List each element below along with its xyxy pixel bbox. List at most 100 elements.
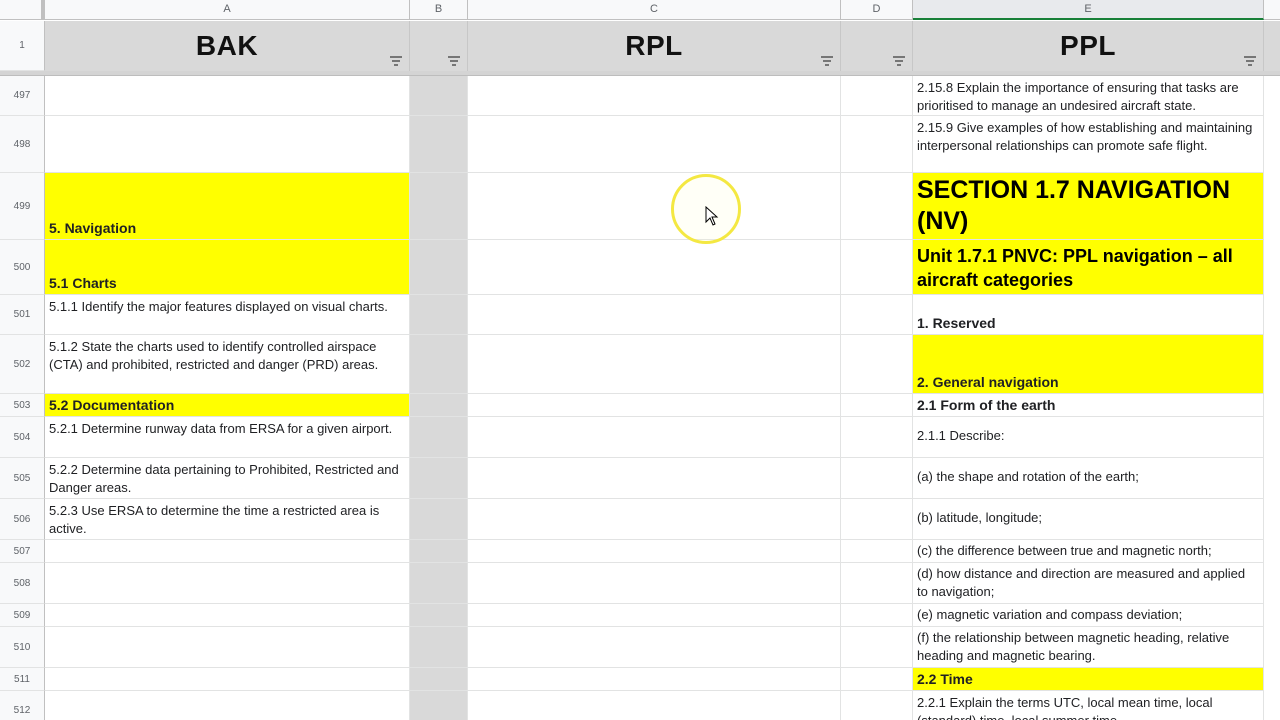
cell-b506[interactable]	[410, 499, 468, 540]
cell-d500[interactable]	[841, 240, 913, 295]
cell-a507[interactable]	[45, 540, 410, 563]
header-cell-b[interactable]	[410, 21, 468, 71]
column-header-d[interactable]: D	[841, 0, 913, 20]
row-header-501[interactable]: 501	[0, 295, 45, 335]
cell-e501[interactable]: 1. Reserved	[913, 295, 1264, 335]
cell-e512[interactable]: 2.2.1 Explain the terms UTC, local mean …	[913, 691, 1264, 720]
row-header-505[interactable]: 505	[0, 458, 45, 499]
cell-a501[interactable]: 5.1.1 Identify the major features displa…	[45, 295, 410, 335]
cell-e505[interactable]: (a) the shape and rotation of the earth;	[913, 458, 1264, 499]
row-header-506[interactable]: 506	[0, 499, 45, 540]
cell-d502[interactable]	[841, 335, 913, 394]
header-cell-d[interactable]	[841, 21, 913, 71]
filter-icon[interactable]	[892, 56, 906, 66]
cell-e509[interactable]: (e) magnetic variation and compass devia…	[913, 604, 1264, 627]
cell-a500[interactable]: 5.1 Charts	[45, 240, 410, 295]
row-header-499[interactable]: 499	[0, 173, 45, 240]
row-header-509[interactable]: 509	[0, 604, 45, 627]
cell-b503[interactable]	[410, 394, 468, 417]
filter-icon[interactable]	[820, 56, 834, 66]
cell-d510[interactable]	[841, 627, 913, 668]
row-header-498[interactable]: 498	[0, 116, 45, 173]
column-header-c[interactable]: C	[468, 0, 841, 20]
cell-e502[interactable]: 2. General navigation	[913, 335, 1264, 394]
cell-b510[interactable]	[410, 627, 468, 668]
cell-a504[interactable]: 5.2.1 Determine runway data from ERSA fo…	[45, 417, 410, 458]
cell-c497[interactable]	[468, 76, 841, 116]
cell-d511[interactable]	[841, 668, 913, 691]
cell-a502[interactable]: 5.1.2 State the charts used to identify …	[45, 335, 410, 394]
row-header-503[interactable]: 503	[0, 394, 45, 417]
cell-c504[interactable]	[468, 417, 841, 458]
cell-c503[interactable]	[468, 394, 841, 417]
cell-a511[interactable]	[45, 668, 410, 691]
header-cell-bak[interactable]: BAK	[45, 21, 410, 71]
cell-e506[interactable]: (b) latitude, longitude;	[913, 499, 1264, 540]
filter-icon[interactable]	[389, 56, 403, 66]
filter-icon[interactable]	[1243, 56, 1257, 66]
row-header-504[interactable]: 504	[0, 417, 45, 458]
cell-c499[interactable]	[468, 173, 841, 240]
cell-e497[interactable]: 2.15.8 Explain the importance of ensurin…	[913, 76, 1264, 116]
cell-b512[interactable]	[410, 691, 468, 720]
cell-b507[interactable]	[410, 540, 468, 563]
cell-b500[interactable]	[410, 240, 468, 295]
cell-b501[interactable]	[410, 295, 468, 335]
cell-c500[interactable]	[468, 240, 841, 295]
cell-b498[interactable]	[410, 116, 468, 173]
cell-e499[interactable]: SECTION 1.7 NAVIGATION (NV)	[913, 173, 1264, 240]
cell-c505[interactable]	[468, 458, 841, 499]
cell-b499[interactable]	[410, 173, 468, 240]
cell-a509[interactable]	[45, 604, 410, 627]
cell-c509[interactable]	[468, 604, 841, 627]
column-header-a[interactable]: A	[45, 0, 410, 20]
cell-e508[interactable]: (d) how distance and direction are measu…	[913, 563, 1264, 604]
cell-b509[interactable]	[410, 604, 468, 627]
cell-b505[interactable]	[410, 458, 468, 499]
cell-d507[interactable]	[841, 540, 913, 563]
row-header-512[interactable]: 512	[0, 691, 45, 720]
cell-b508[interactable]	[410, 563, 468, 604]
column-header-b[interactable]: B	[410, 0, 468, 20]
cell-a510[interactable]	[45, 627, 410, 668]
cell-a499[interactable]: 5. Navigation	[45, 173, 410, 240]
cell-c512[interactable]	[468, 691, 841, 720]
cell-c501[interactable]	[468, 295, 841, 335]
cell-d512[interactable]	[841, 691, 913, 720]
filter-icon[interactable]	[447, 56, 461, 66]
cell-e504[interactable]: 2.1.1 Describe:	[913, 417, 1264, 458]
cell-b497[interactable]	[410, 76, 468, 116]
column-header-e[interactable]: E	[913, 0, 1264, 20]
cell-d508[interactable]	[841, 563, 913, 604]
cell-e498[interactable]: 2.15.9 Give examples of how establishing…	[913, 116, 1264, 173]
cell-e510[interactable]: (f) the relationship between magnetic he…	[913, 627, 1264, 668]
cell-e500[interactable]: Unit 1.7.1 PNVC: PPL navigation – all ai…	[913, 240, 1264, 295]
cell-d499[interactable]	[841, 173, 913, 240]
cell-b502[interactable]	[410, 335, 468, 394]
cell-d497[interactable]	[841, 76, 913, 116]
row-header-507[interactable]: 507	[0, 540, 45, 563]
cell-a505[interactable]: 5.2.2 Determine data pertaining to Prohi…	[45, 458, 410, 499]
row-header-508[interactable]: 508	[0, 563, 45, 604]
header-cell-rpl[interactable]: RPL	[468, 21, 841, 71]
cell-e507[interactable]: (c) the difference between true and magn…	[913, 540, 1264, 563]
cell-d498[interactable]	[841, 116, 913, 173]
row-header-497[interactable]: 497	[0, 76, 45, 116]
cell-a508[interactable]	[45, 563, 410, 604]
cell-e503[interactable]: 2.1 Form of the earth	[913, 394, 1264, 417]
row-header-502[interactable]: 502	[0, 335, 45, 394]
cell-d504[interactable]	[841, 417, 913, 458]
cell-d509[interactable]	[841, 604, 913, 627]
cell-a512[interactable]	[45, 691, 410, 720]
row-header-510[interactable]: 510	[0, 627, 45, 668]
cell-c502[interactable]	[468, 335, 841, 394]
cell-c506[interactable]	[468, 499, 841, 540]
cell-a498[interactable]	[45, 116, 410, 173]
header-cell-ppl[interactable]: PPL	[913, 21, 1264, 71]
cell-d505[interactable]	[841, 458, 913, 499]
cell-d503[interactable]	[841, 394, 913, 417]
cell-d506[interactable]	[841, 499, 913, 540]
row-header-500[interactable]: 500	[0, 240, 45, 295]
cell-a503[interactable]: 5.2 Documentation	[45, 394, 410, 417]
cell-a497[interactable]	[45, 76, 410, 116]
